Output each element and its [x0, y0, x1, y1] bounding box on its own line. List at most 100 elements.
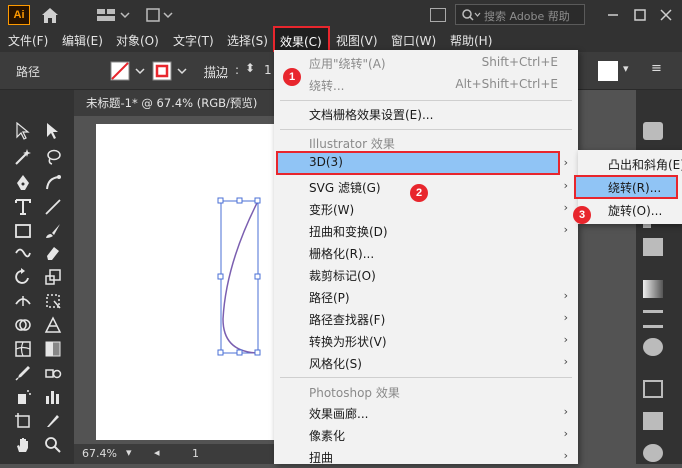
document-tab[interactable]: 未标题-1* @ 67.4% (RGB/预览): [74, 90, 280, 116]
menu-item-label: 裁剪标记(O): [309, 269, 376, 283]
artboard-prev-icon[interactable]: ◂: [154, 446, 160, 459]
stroke-stepper-icon[interactable]: ⬍: [245, 61, 255, 75]
menu-window[interactable]: 窗口(W): [391, 32, 436, 50]
menu-divider: [280, 377, 572, 378]
chevron-right-icon: ›: [563, 311, 568, 324]
magic-wand-icon[interactable]: [14, 148, 32, 166]
scale-tool-icon[interactable]: [44, 268, 62, 286]
menu-item-convert-to-shape[interactable]: 转换为形状(V) ›: [274, 330, 578, 352]
gradient-tool-icon[interactable]: [44, 340, 62, 358]
menu-help[interactable]: 帮助(H): [450, 32, 492, 50]
effect-menu-dropdown: 应用"绕转"(A) Shift+Ctrl+E 绕转... Alt+Shift+C…: [274, 50, 578, 465]
stroke-panel-icon[interactable]: [643, 310, 663, 328]
menu-item-label: 路径查找器(F): [309, 313, 386, 327]
menu-file[interactable]: 文件(F): [8, 32, 48, 50]
eyedropper-icon[interactable]: [14, 364, 32, 382]
menu-item-pathfinder[interactable]: 路径查找器(F) ›: [274, 308, 578, 330]
zoom-tool-icon[interactable]: [44, 436, 62, 454]
menu-item-raster-settings[interactable]: 文档栅格效果设置(E)...: [274, 103, 578, 125]
path-artwork[interactable]: [96, 124, 280, 440]
hand-tool-icon[interactable]: [14, 436, 32, 454]
submenu-rotate[interactable]: 旋转(O)...: [578, 199, 682, 221]
menu-item-pixelate[interactable]: 像素化 ›: [274, 424, 578, 446]
menu-item-label: 变形(W): [309, 203, 355, 217]
menu-view[interactable]: 视图(V): [336, 32, 378, 50]
shaper-tool-icon[interactable]: [14, 244, 32, 262]
gradient-panel-icon[interactable]: [643, 280, 663, 298]
column-graph-icon[interactable]: [44, 388, 62, 406]
appearance-icon[interactable]: [643, 380, 663, 398]
menu-effect-highlight[interactable]: 效果(C): [273, 26, 330, 53]
minimize-icon[interactable]: [603, 5, 623, 25]
stroke-weight-input[interactable]: 1: [264, 63, 272, 77]
transparency-icon[interactable]: [643, 338, 663, 356]
control-menu-icon[interactable]: ≡: [651, 61, 662, 76]
stroke-swatch[interactable]: [152, 61, 192, 81]
selected-path[interactable]: [222, 200, 259, 354]
mesh-tool-icon[interactable]: [14, 340, 32, 358]
document-tab-label[interactable]: 未标题-1* @ 67.4% (RGB/预览): [86, 95, 257, 111]
menu-edit[interactable]: 编辑(E): [62, 32, 103, 50]
width-tool-icon[interactable]: [14, 292, 32, 310]
zoom-level[interactable]: 67.4%: [82, 447, 117, 460]
line-tool-icon[interactable]: [44, 198, 62, 216]
menu-type[interactable]: 文字(T): [173, 32, 214, 50]
submenu-revolve[interactable]: 绕转(R)...: [574, 175, 678, 199]
submenu-extrude-bevel[interactable]: 凸出和斜角(E)...: [578, 153, 682, 175]
eraser-tool-icon[interactable]: [44, 244, 62, 262]
fill-swatch-none[interactable]: [110, 61, 150, 81]
menu-select[interactable]: 选择(S): [227, 32, 268, 50]
shape-builder-icon[interactable]: [14, 316, 32, 334]
menu-item-rasterize[interactable]: 栅格化(R)...: [274, 242, 578, 264]
arrange-documents-icon[interactable]: [145, 7, 173, 23]
chevron-down-icon[interactable]: ▾: [623, 62, 629, 75]
menu-item-path[interactable]: 路径(P) ›: [274, 286, 578, 308]
menu-divider: [280, 129, 572, 130]
menu-item-distort[interactable]: 扭曲 ›: [274, 446, 578, 468]
free-transform-icon[interactable]: [44, 292, 62, 310]
home-icon[interactable]: [40, 6, 60, 24]
menu-item-effect-gallery[interactable]: 效果画廊... ›: [274, 402, 578, 424]
menu-object[interactable]: 对象(O): [116, 32, 159, 50]
paintbrush-tool-icon[interactable]: [44, 222, 62, 240]
lasso-icon[interactable]: [44, 148, 62, 166]
graphic-styles-icon[interactable]: [643, 444, 663, 462]
slice-tool-icon[interactable]: [44, 412, 62, 430]
close-icon[interactable]: [656, 5, 676, 25]
zoom-dropdown-icon[interactable]: ▾: [126, 446, 132, 459]
menu-item-label: 像素化: [309, 429, 346, 443]
pen-tool-icon[interactable]: [14, 174, 32, 192]
last-effect-shortcut: Alt+Shift+Ctrl+E: [455, 77, 558, 91]
selection-tool-icon[interactable]: [14, 122, 32, 140]
panel-toggle-icon[interactable]: [430, 8, 446, 22]
artboard-tool-icon[interactable]: [14, 412, 32, 430]
layers-icon[interactable]: [643, 412, 663, 430]
menu-effect[interactable]: 效果(C): [280, 33, 322, 50]
perspective-grid-icon[interactable]: [44, 316, 62, 334]
symbol-sprayer-icon[interactable]: [14, 388, 32, 406]
menu-item-warp[interactable]: 变形(W) ›: [274, 198, 578, 220]
color-panel-icon[interactable]: [643, 122, 663, 140]
status-bar: 67.4% ▾ ◂ 1: [74, 444, 280, 464]
menu-item-apply-last: 应用"绕转"(A) Shift+Ctrl+E: [274, 52, 578, 74]
apply-last-shortcut: Shift+Ctrl+E: [481, 55, 558, 69]
help-search-input[interactable]: 搜索 Adobe 帮助: [455, 4, 585, 25]
menu-item-crop-marks[interactable]: 裁剪标记(O): [274, 264, 578, 286]
menu-item-stylize[interactable]: 风格化(S) ›: [274, 352, 578, 374]
rotate-tool-icon[interactable]: [14, 268, 32, 286]
direct-selection-tool-icon[interactable]: [44, 122, 62, 140]
artboard-number[interactable]: 1: [192, 447, 199, 460]
stroke-label[interactable]: 描边: [204, 63, 228, 80]
blend-tool-icon[interactable]: [44, 364, 62, 382]
type-tool-icon[interactable]: [14, 198, 32, 216]
workspace-layout-icon[interactable]: [96, 7, 130, 23]
chevron-right-icon: ›: [563, 289, 568, 302]
symbols-icon[interactable]: [643, 238, 663, 256]
menu-item-3d[interactable]: 3D(3): [276, 151, 560, 175]
align-icon[interactable]: [598, 61, 618, 81]
curvature-tool-icon[interactable]: [44, 174, 62, 192]
maximize-icon[interactable]: [630, 5, 650, 25]
rectangle-tool-icon[interactable]: [14, 222, 32, 240]
menu-item-distort-transform[interactable]: 扭曲和变换(D) ›: [274, 220, 578, 242]
artboard[interactable]: [96, 124, 280, 440]
